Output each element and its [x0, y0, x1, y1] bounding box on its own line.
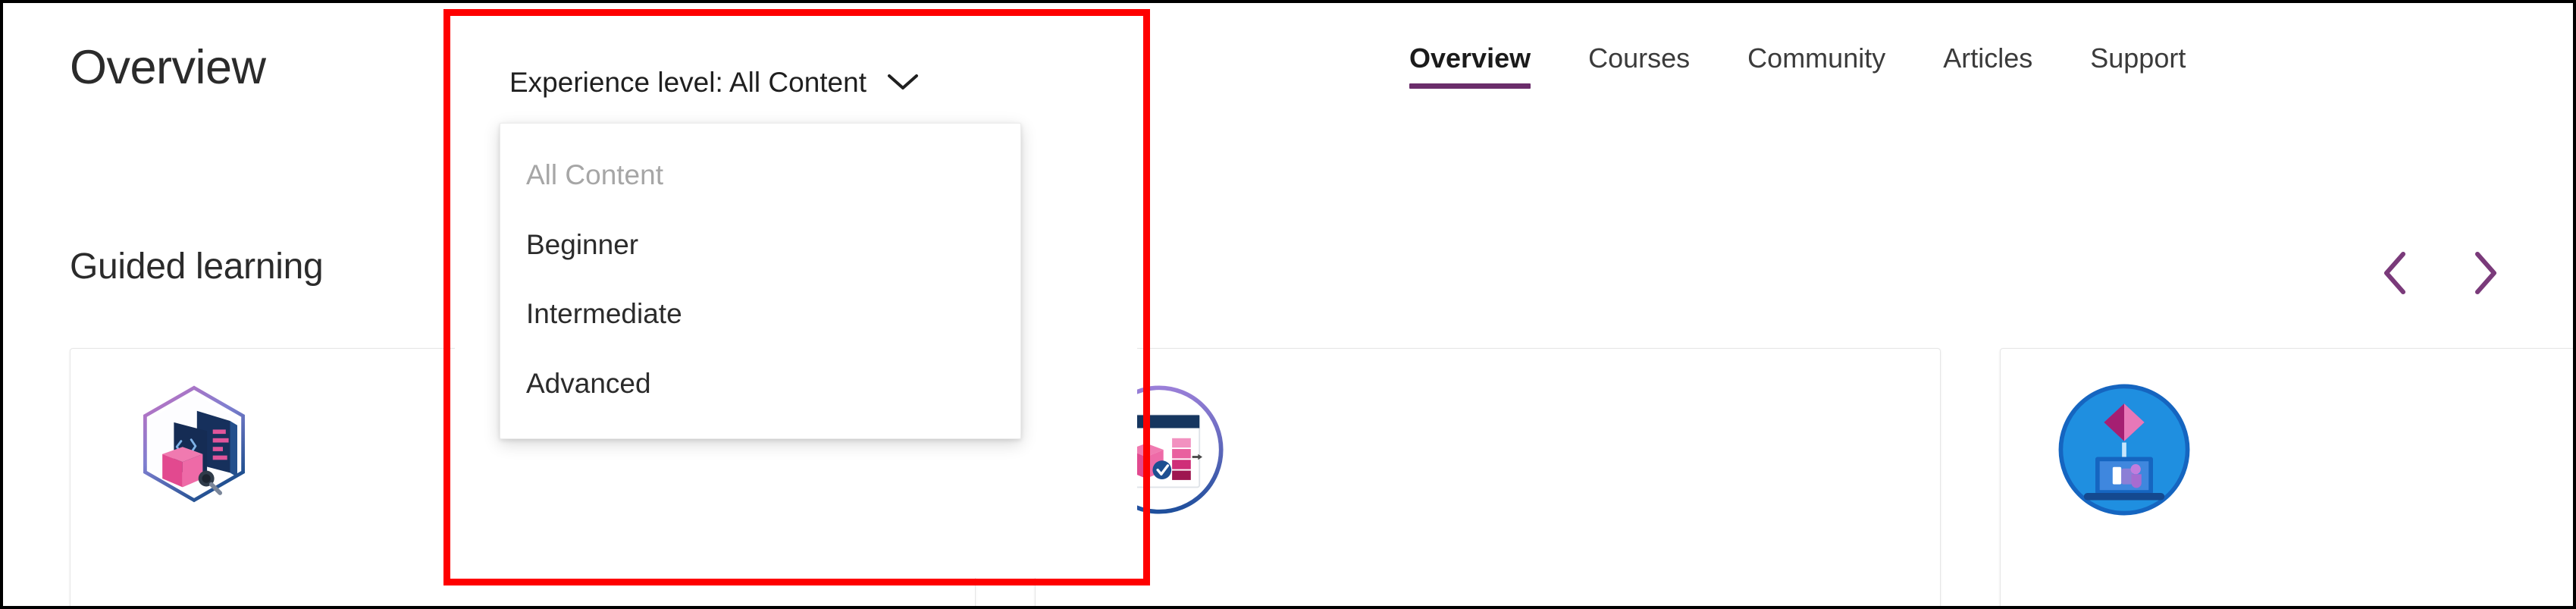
tab-overview[interactable]: Overview	[1409, 42, 1559, 89]
tab-community[interactable]: Community	[1719, 42, 1914, 74]
section-heading-guided-learning: Guided learning	[70, 246, 324, 287]
app-page: Overview Overview Courses Community Arti…	[0, 0, 2576, 609]
dropdown-option-beginner[interactable]: Beginner	[500, 210, 1020, 280]
tab-support-label: Support	[2090, 42, 2186, 74]
circle-badge-laptop-diamond-icon	[2052, 378, 2196, 522]
page-title: Overview	[70, 41, 266, 94]
dropdown-option-advanced[interactable]: Advanced	[500, 349, 1020, 419]
card-item[interactable]	[2000, 348, 2573, 606]
guided-learning-card-list	[70, 348, 2573, 606]
tab-articles[interactable]: Articles	[1914, 42, 2061, 74]
dropdown-option-all-content[interactable]: All Content	[500, 140, 1020, 210]
experience-level-dropdown-label: Experience level: All Content	[509, 67, 867, 98]
dropdown-option-label: All Content	[526, 159, 663, 190]
carousel-next-button[interactable]	[2464, 250, 2506, 297]
tab-articles-label: Articles	[1943, 42, 2033, 74]
top-navigation: Overview Courses Community Articles Supp…	[1409, 42, 2214, 89]
chevron-down-icon	[886, 67, 920, 99]
experience-level-dropdown-button[interactable]: Experience level: All Content	[506, 62, 923, 103]
dropdown-option-label: Advanced	[526, 367, 651, 399]
experience-level-dropdown-menu: All Content Beginner Intermediate Advanc…	[500, 123, 1021, 439]
hexagon-badge-code-cube-icon	[122, 378, 266, 522]
chevron-left-icon	[2378, 250, 2413, 297]
tab-courses[interactable]: Courses	[1559, 42, 1719, 74]
active-tab-underline	[1409, 83, 1531, 89]
chevron-right-icon	[2468, 250, 2502, 297]
carousel-navigation	[2374, 250, 2506, 297]
tab-community-label: Community	[1747, 42, 1886, 74]
tab-overview-label: Overview	[1409, 42, 1531, 74]
dropdown-option-label: Beginner	[526, 228, 639, 260]
dropdown-option-intermediate[interactable]: Intermediate	[500, 279, 1020, 349]
carousel-prev-button[interactable]	[2374, 250, 2417, 297]
tab-courses-label: Courses	[1588, 42, 1691, 74]
card-item[interactable]	[1035, 348, 1941, 606]
tab-support[interactable]: Support	[2061, 42, 2214, 74]
dropdown-option-label: Intermediate	[526, 298, 682, 330]
